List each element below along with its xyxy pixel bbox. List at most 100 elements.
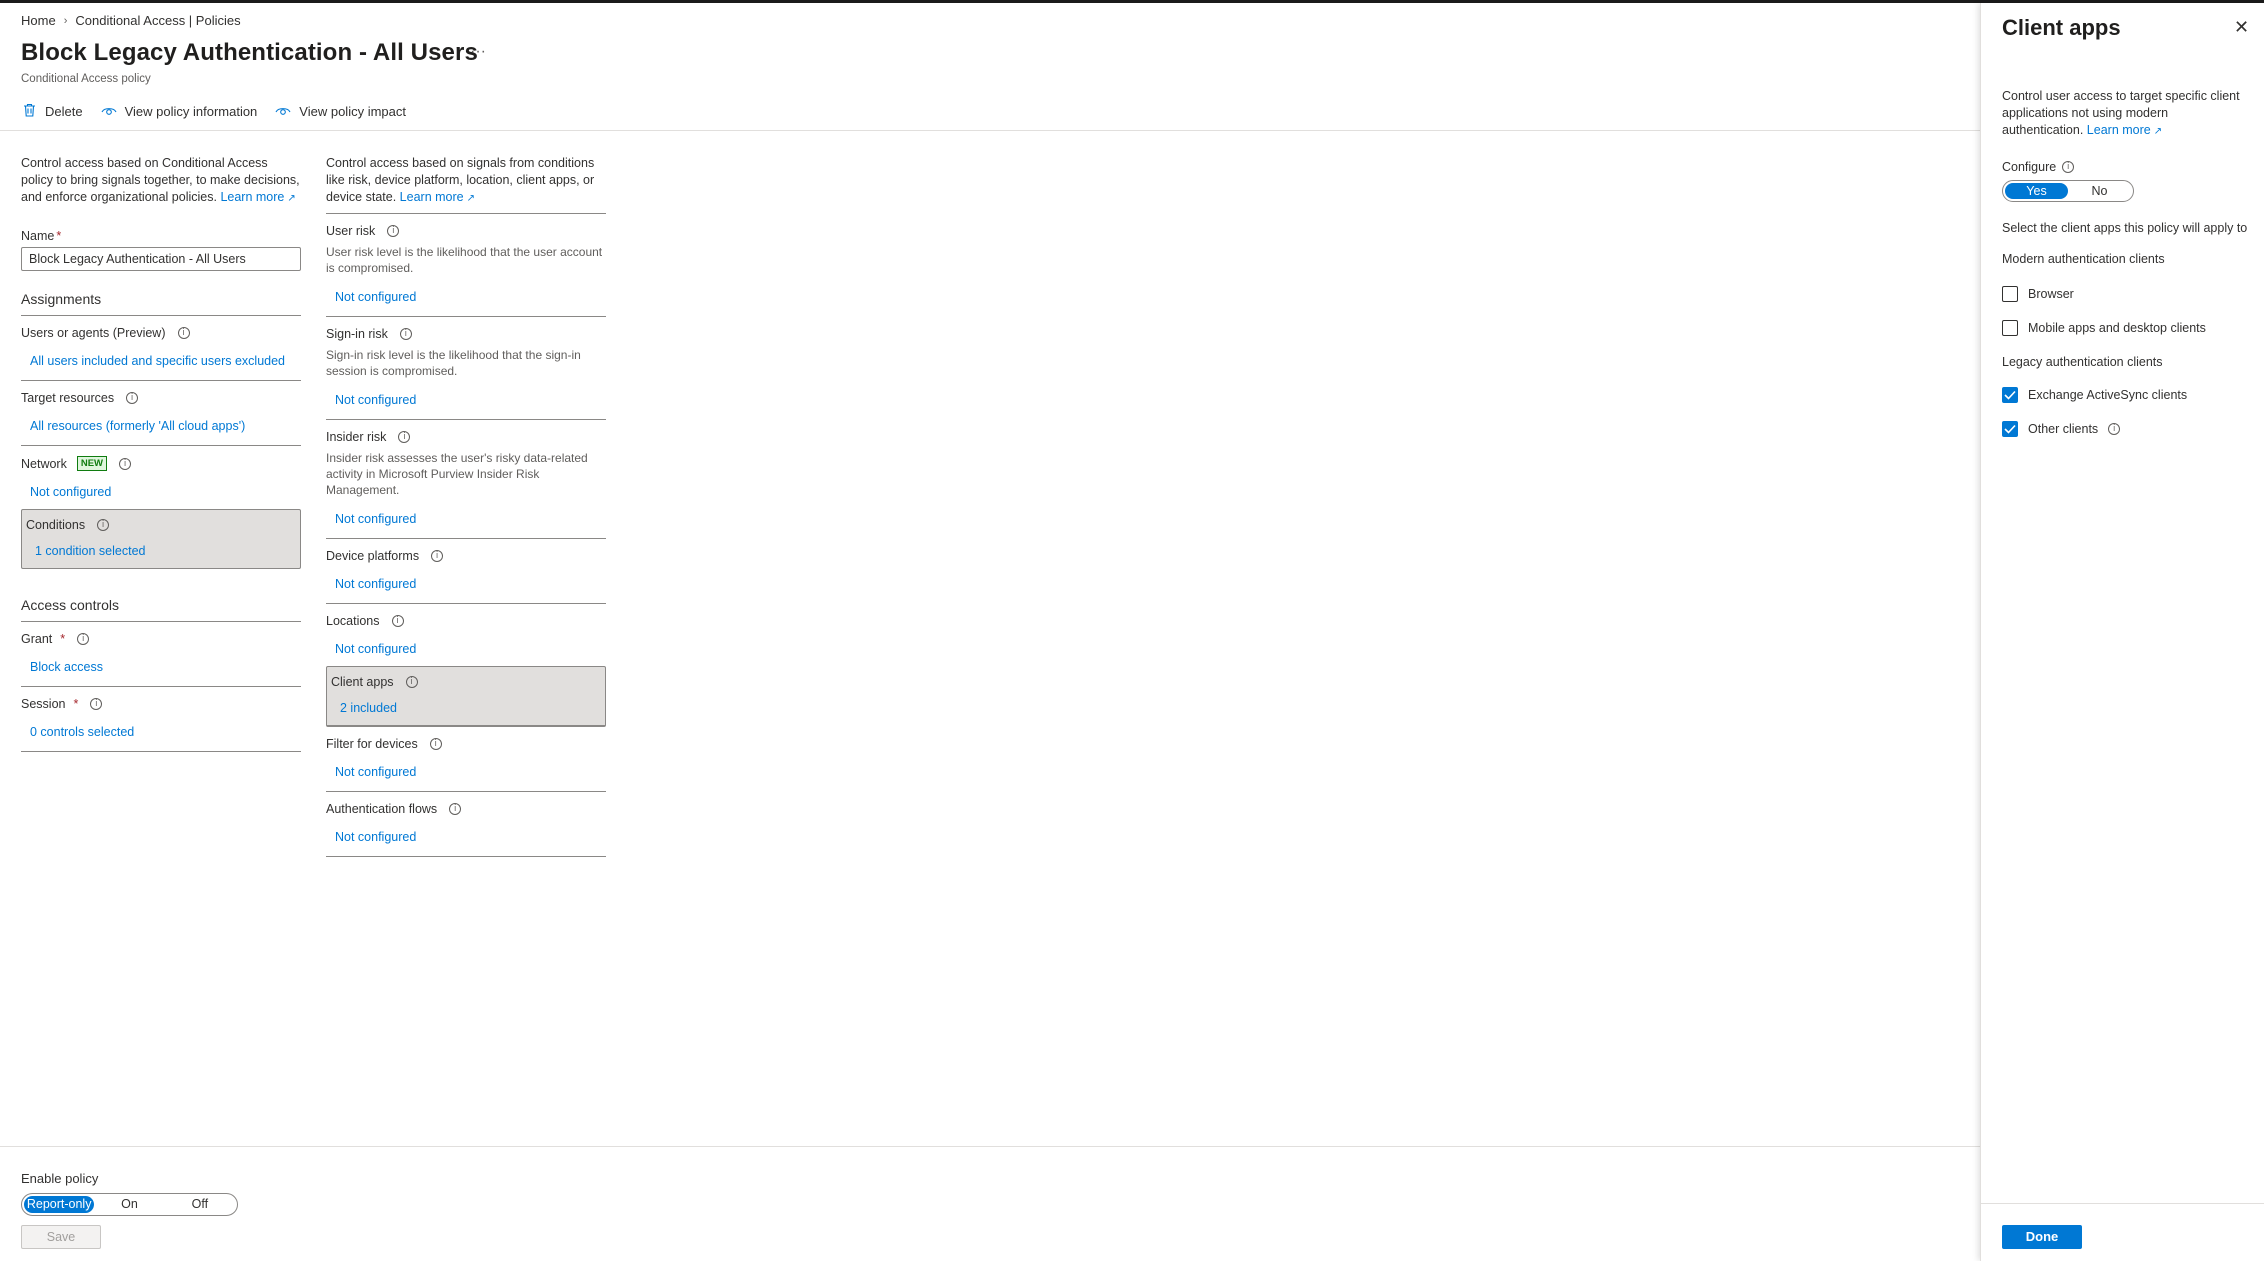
users-label: Users or agents (Preview) (21, 326, 166, 340)
filter-for-devices-condition: Filter for devices i Not configured (326, 727, 606, 792)
info-icon[interactable]: i (399, 328, 412, 340)
info-icon[interactable]: i (387, 225, 400, 237)
user-risk-value-link[interactable]: Not configured (335, 290, 606, 304)
locations-label: Locations (326, 614, 380, 628)
eye-icon (101, 104, 117, 120)
conditions-value-link[interactable]: 1 condition selected (35, 544, 296, 558)
sign-in-risk-description: Sign-in risk level is the likelihood tha… (326, 348, 581, 378)
conditions-label: Conditions (26, 518, 86, 532)
learn-more-link[interactable]: Learn more (220, 190, 284, 204)
view-policy-impact-button[interactable]: View policy impact (275, 104, 406, 120)
other-clients-checkbox[interactable] (2002, 421, 2018, 437)
breadcrumb-separator: › (63, 14, 68, 27)
page-title: Block Legacy Authentication - All Users (21, 39, 478, 66)
other-clients-option: Other clients i (2002, 421, 2252, 437)
browser-option: Browser (2002, 286, 2252, 302)
insider-risk-value-link[interactable]: Not configured (335, 512, 606, 526)
close-icon[interactable]: ✕ (2234, 17, 2249, 38)
filter-for-devices-value-link[interactable]: Not configured (335, 765, 606, 779)
panel-description: Control user access to target specific c… (2002, 88, 2252, 140)
info-icon[interactable]: i (177, 327, 190, 339)
panel-body: Control user access to target specific c… (2002, 88, 2252, 437)
info-icon[interactable]: i (77, 633, 90, 645)
other-clients-label: Other clients (2028, 422, 2099, 436)
users-assignment: Users or agents (Preview) i All users inc… (21, 316, 301, 381)
breadcrumb-policies[interactable]: Conditional Access | Policies (75, 13, 240, 28)
eye-icon (275, 104, 291, 120)
session-control: Session * i 0 controls selected (21, 687, 301, 752)
info-icon[interactable]: i (90, 698, 103, 710)
network-value-link[interactable]: Not configured (30, 485, 301, 499)
info-icon[interactable]: i (2062, 161, 2075, 173)
insider-risk-label: Insider risk (326, 430, 387, 444)
sign-in-risk-value-link[interactable]: Not configured (335, 393, 606, 407)
info-icon[interactable]: i (391, 615, 404, 627)
done-button[interactable]: Done (2002, 1225, 2082, 1249)
exchange-activesync-checkbox[interactable] (2002, 387, 2018, 403)
mobile-apps-option: Mobile apps and desktop clients (2002, 320, 2252, 336)
view-policy-impact-label: View policy impact (299, 104, 406, 119)
grant-value-link[interactable]: Block access (30, 660, 301, 674)
device-platforms-condition: Device platforms i Not configured (326, 539, 606, 604)
breadcrumb-home[interactable]: Home (21, 13, 56, 28)
on-option[interactable]: On (94, 1196, 164, 1213)
policy-description: Control access based on Conditional Acce… (21, 155, 301, 207)
trash-icon (21, 103, 37, 120)
policy-editor: Home › Conditional Access | Policies Blo… (0, 3, 1980, 1261)
select-client-apps-text: Select the client apps this policy will … (2002, 221, 2248, 235)
exchange-activesync-option: Exchange ActiveSync clients (2002, 387, 2252, 403)
users-value-link[interactable]: All users included and specific users ex… (30, 354, 301, 368)
insider-risk-condition: Insider risk i Insider risk assesses the … (326, 420, 606, 539)
info-icon[interactable]: i (449, 803, 462, 815)
configure-yes-option[interactable]: Yes (2005, 183, 2068, 199)
footer-divider (0, 1146, 1980, 1147)
locations-value-link[interactable]: Not configured (335, 642, 606, 656)
toolbar-divider (0, 130, 1980, 131)
view-policy-information-label: View policy information (124, 104, 258, 119)
target-resources-value-link[interactable]: All resources (formerly 'All cloud apps'… (30, 419, 301, 433)
device-platforms-value-link[interactable]: Not configured (335, 577, 606, 591)
info-icon[interactable]: i (97, 519, 110, 531)
legacy-auth-heading: Legacy authentication clients (2002, 355, 2163, 369)
client-apps-condition[interactable]: Client apps i 2 included (326, 666, 606, 727)
info-icon[interactable]: i (2108, 423, 2121, 435)
modern-auth-heading: Modern authentication clients (2002, 252, 2165, 266)
learn-more-link[interactable]: Learn more (400, 190, 464, 204)
info-icon[interactable]: i (398, 431, 411, 443)
configure-no-option[interactable]: No (2068, 183, 2131, 199)
user-risk-label: User risk (326, 224, 376, 238)
conditions-assignment[interactable]: Conditions i 1 condition selected (21, 509, 301, 569)
configure-label: Configure i (2002, 160, 2252, 174)
browser-checkbox[interactable] (2002, 286, 2018, 302)
authentication-flows-condition: Authentication flows i Not configured (326, 792, 606, 857)
enable-policy-label: Enable policy (21, 1171, 99, 1186)
client-apps-value-link[interactable]: 2 included (340, 701, 601, 715)
info-icon[interactable]: i (429, 738, 442, 750)
name-input[interactable] (21, 247, 301, 271)
network-label: Network (21, 456, 67, 471)
authentication-flows-value-link[interactable]: Not configured (335, 830, 606, 844)
info-icon[interactable]: i (431, 550, 444, 562)
save-button[interactable]: Save (21, 1225, 101, 1249)
learn-more-link[interactable]: Learn more (2087, 123, 2151, 137)
assignments-column: Control access based on Conditional Acce… (21, 155, 301, 752)
name-label-text: Name (21, 229, 55, 243)
info-icon[interactable]: i (126, 392, 139, 404)
breadcrumb: Home › Conditional Access | Policies (21, 13, 241, 28)
session-value-link[interactable]: 0 controls selected (30, 725, 301, 739)
configure-toggle: Yes No (2002, 180, 2134, 202)
new-badge: NEW (76, 456, 108, 471)
sign-in-risk-condition: Sign-in risk i Sign-in risk level is the … (326, 317, 606, 420)
report-only-option[interactable]: Report-only (24, 1196, 95, 1213)
mobile-apps-checkbox[interactable] (2002, 320, 2018, 336)
delete-button[interactable]: Delete (21, 103, 83, 120)
device-platforms-label: Device platforms (326, 549, 420, 563)
external-link-icon: ↗ (466, 193, 475, 204)
view-policy-information-button[interactable]: View policy information (101, 104, 258, 120)
external-link-icon: ↗ (2153, 126, 2163, 137)
more-options-icon[interactable]: ··· (470, 43, 486, 61)
info-icon[interactable]: i (405, 676, 418, 688)
info-icon[interactable]: i (119, 457, 132, 470)
off-option[interactable]: Off (165, 1196, 235, 1213)
client-apps-label: Client apps (331, 675, 394, 689)
